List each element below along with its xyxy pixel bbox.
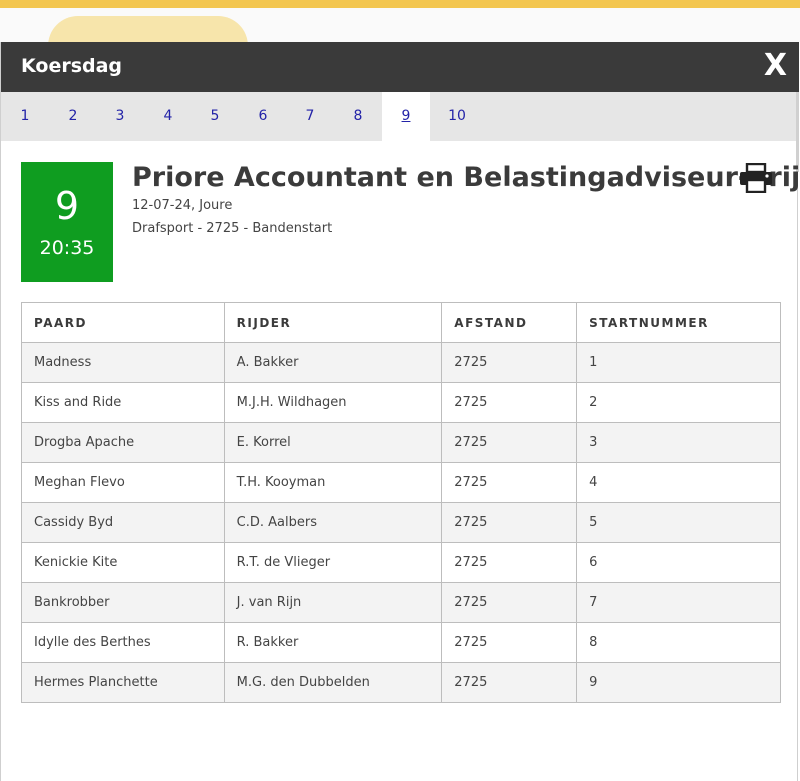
driver-cell: A. Bakker (223, 342, 443, 383)
distance-cell: 2725 (441, 502, 578, 543)
tab-race-7[interactable]: 7 (292, 92, 328, 141)
background-page (0, 0, 800, 42)
table-row: Kenickie Kite R.T. de Vlieger 2725 6 (21, 542, 781, 583)
horse-cell: Meghan Flevo (21, 462, 225, 503)
table-row: Madness A. Bakker 2725 1 (21, 342, 781, 383)
start-number-cell: 8 (576, 622, 781, 663)
driver-cell: C.D. Aalbers (223, 502, 443, 543)
driver-cell: J. van Rijn (223, 582, 443, 623)
race-number: 9 (54, 184, 80, 228)
horse-cell: Drogba Apache (21, 422, 225, 463)
close-button[interactable]: X (764, 48, 787, 83)
modal-title: Koersdag (21, 55, 123, 77)
race-number-badge: 9 20:35 (21, 162, 113, 282)
tab-race-1[interactable]: 1 (7, 92, 43, 141)
race-title: Priore Accountant en Belastingadviseur-p… (132, 162, 800, 193)
modal-header: Koersdag X (1, 42, 799, 92)
race-tabs: 1 2 3 4 5 6 7 8 9 10 (1, 92, 799, 141)
distance-cell: 2725 (441, 662, 578, 703)
scrollbar[interactable] (796, 92, 799, 172)
race-details: Drafsport - 2725 - Bandenstart (132, 221, 333, 236)
driver-cell: T.H. Kooyman (223, 462, 443, 503)
entries-table: PAARD RIJDER AFSTAND STARTNUMMER Madness… (21, 302, 781, 703)
horse-cell: Kenickie Kite (21, 542, 225, 583)
start-number-cell: 1 (576, 342, 781, 383)
horse-cell: Kiss and Ride (21, 382, 225, 423)
table-row: Idylle des Berthes R. Bakker 2725 8 (21, 622, 781, 663)
table-row: Drogba Apache E. Korrel 2725 3 (21, 422, 781, 463)
tab-race-3[interactable]: 3 (102, 92, 138, 141)
driver-cell: R.T. de Vlieger (223, 542, 443, 583)
start-number-cell: 7 (576, 582, 781, 623)
start-number-cell: 2 (576, 382, 781, 423)
table-row: Meghan Flevo T.H. Kooyman 2725 4 (21, 462, 781, 503)
horse-cell: Madness (21, 342, 225, 383)
table-header-row: PAARD RIJDER AFSTAND STARTNUMMER (21, 302, 781, 343)
background-top-stripe (0, 0, 800, 8)
race-day-modal: Koersdag X 1 2 3 4 5 6 7 8 9 10 9 20:35 … (0, 42, 800, 781)
start-number-cell: 3 (576, 422, 781, 463)
horse-cell: Cassidy Byd (21, 502, 225, 543)
tab-race-10[interactable]: 10 (437, 92, 477, 141)
race-time: 20:35 (39, 237, 95, 259)
start-number-cell: 6 (576, 542, 781, 583)
distance-cell: 2725 (441, 622, 578, 663)
driver-cell: E. Korrel (223, 422, 443, 463)
driver-cell: R. Bakker (223, 622, 443, 663)
background-logo (48, 16, 248, 42)
start-number-cell: 4 (576, 462, 781, 503)
driver-cell: M.J.H. Wildhagen (223, 382, 443, 423)
distance-cell: 2725 (441, 422, 578, 463)
tab-race-5[interactable]: 5 (197, 92, 233, 141)
table-row: Cassidy Byd C.D. Aalbers 2725 5 (21, 502, 781, 543)
start-number-cell: 9 (576, 662, 781, 703)
header-driver: RIJDER (223, 302, 443, 343)
horse-cell: Hermes Planchette (21, 662, 225, 703)
horse-cell: Bankrobber (21, 582, 225, 623)
distance-cell: 2725 (441, 382, 578, 423)
distance-cell: 2725 (441, 582, 578, 623)
table-row: Bankrobber J. van Rijn 2725 7 (21, 582, 781, 623)
distance-cell: 2725 (441, 342, 578, 383)
header-start-number: STARTNUMMER (576, 302, 781, 343)
table-row: Kiss and Ride M.J.H. Wildhagen 2725 2 (21, 382, 781, 423)
header-distance: AFSTAND (441, 302, 578, 343)
distance-cell: 2725 (441, 462, 578, 503)
distance-cell: 2725 (441, 542, 578, 583)
horse-cell: Idylle des Berthes (21, 622, 225, 663)
tab-race-6[interactable]: 6 (245, 92, 281, 141)
header-horse: PAARD (21, 302, 225, 343)
tab-race-9[interactable]: 9 (382, 92, 430, 141)
tab-race-8[interactable]: 8 (340, 92, 376, 141)
table-row: Hermes Planchette M.G. den Dubbelden 2725 9 (21, 662, 781, 703)
start-number-cell: 5 (576, 502, 781, 543)
driver-cell: M.G. den Dubbelden (223, 662, 443, 703)
race-date-location: 12-07-24, Joure (132, 198, 233, 213)
tab-race-2[interactable]: 2 (55, 92, 91, 141)
printer-icon[interactable] (739, 163, 773, 193)
tab-race-4[interactable]: 4 (150, 92, 186, 141)
